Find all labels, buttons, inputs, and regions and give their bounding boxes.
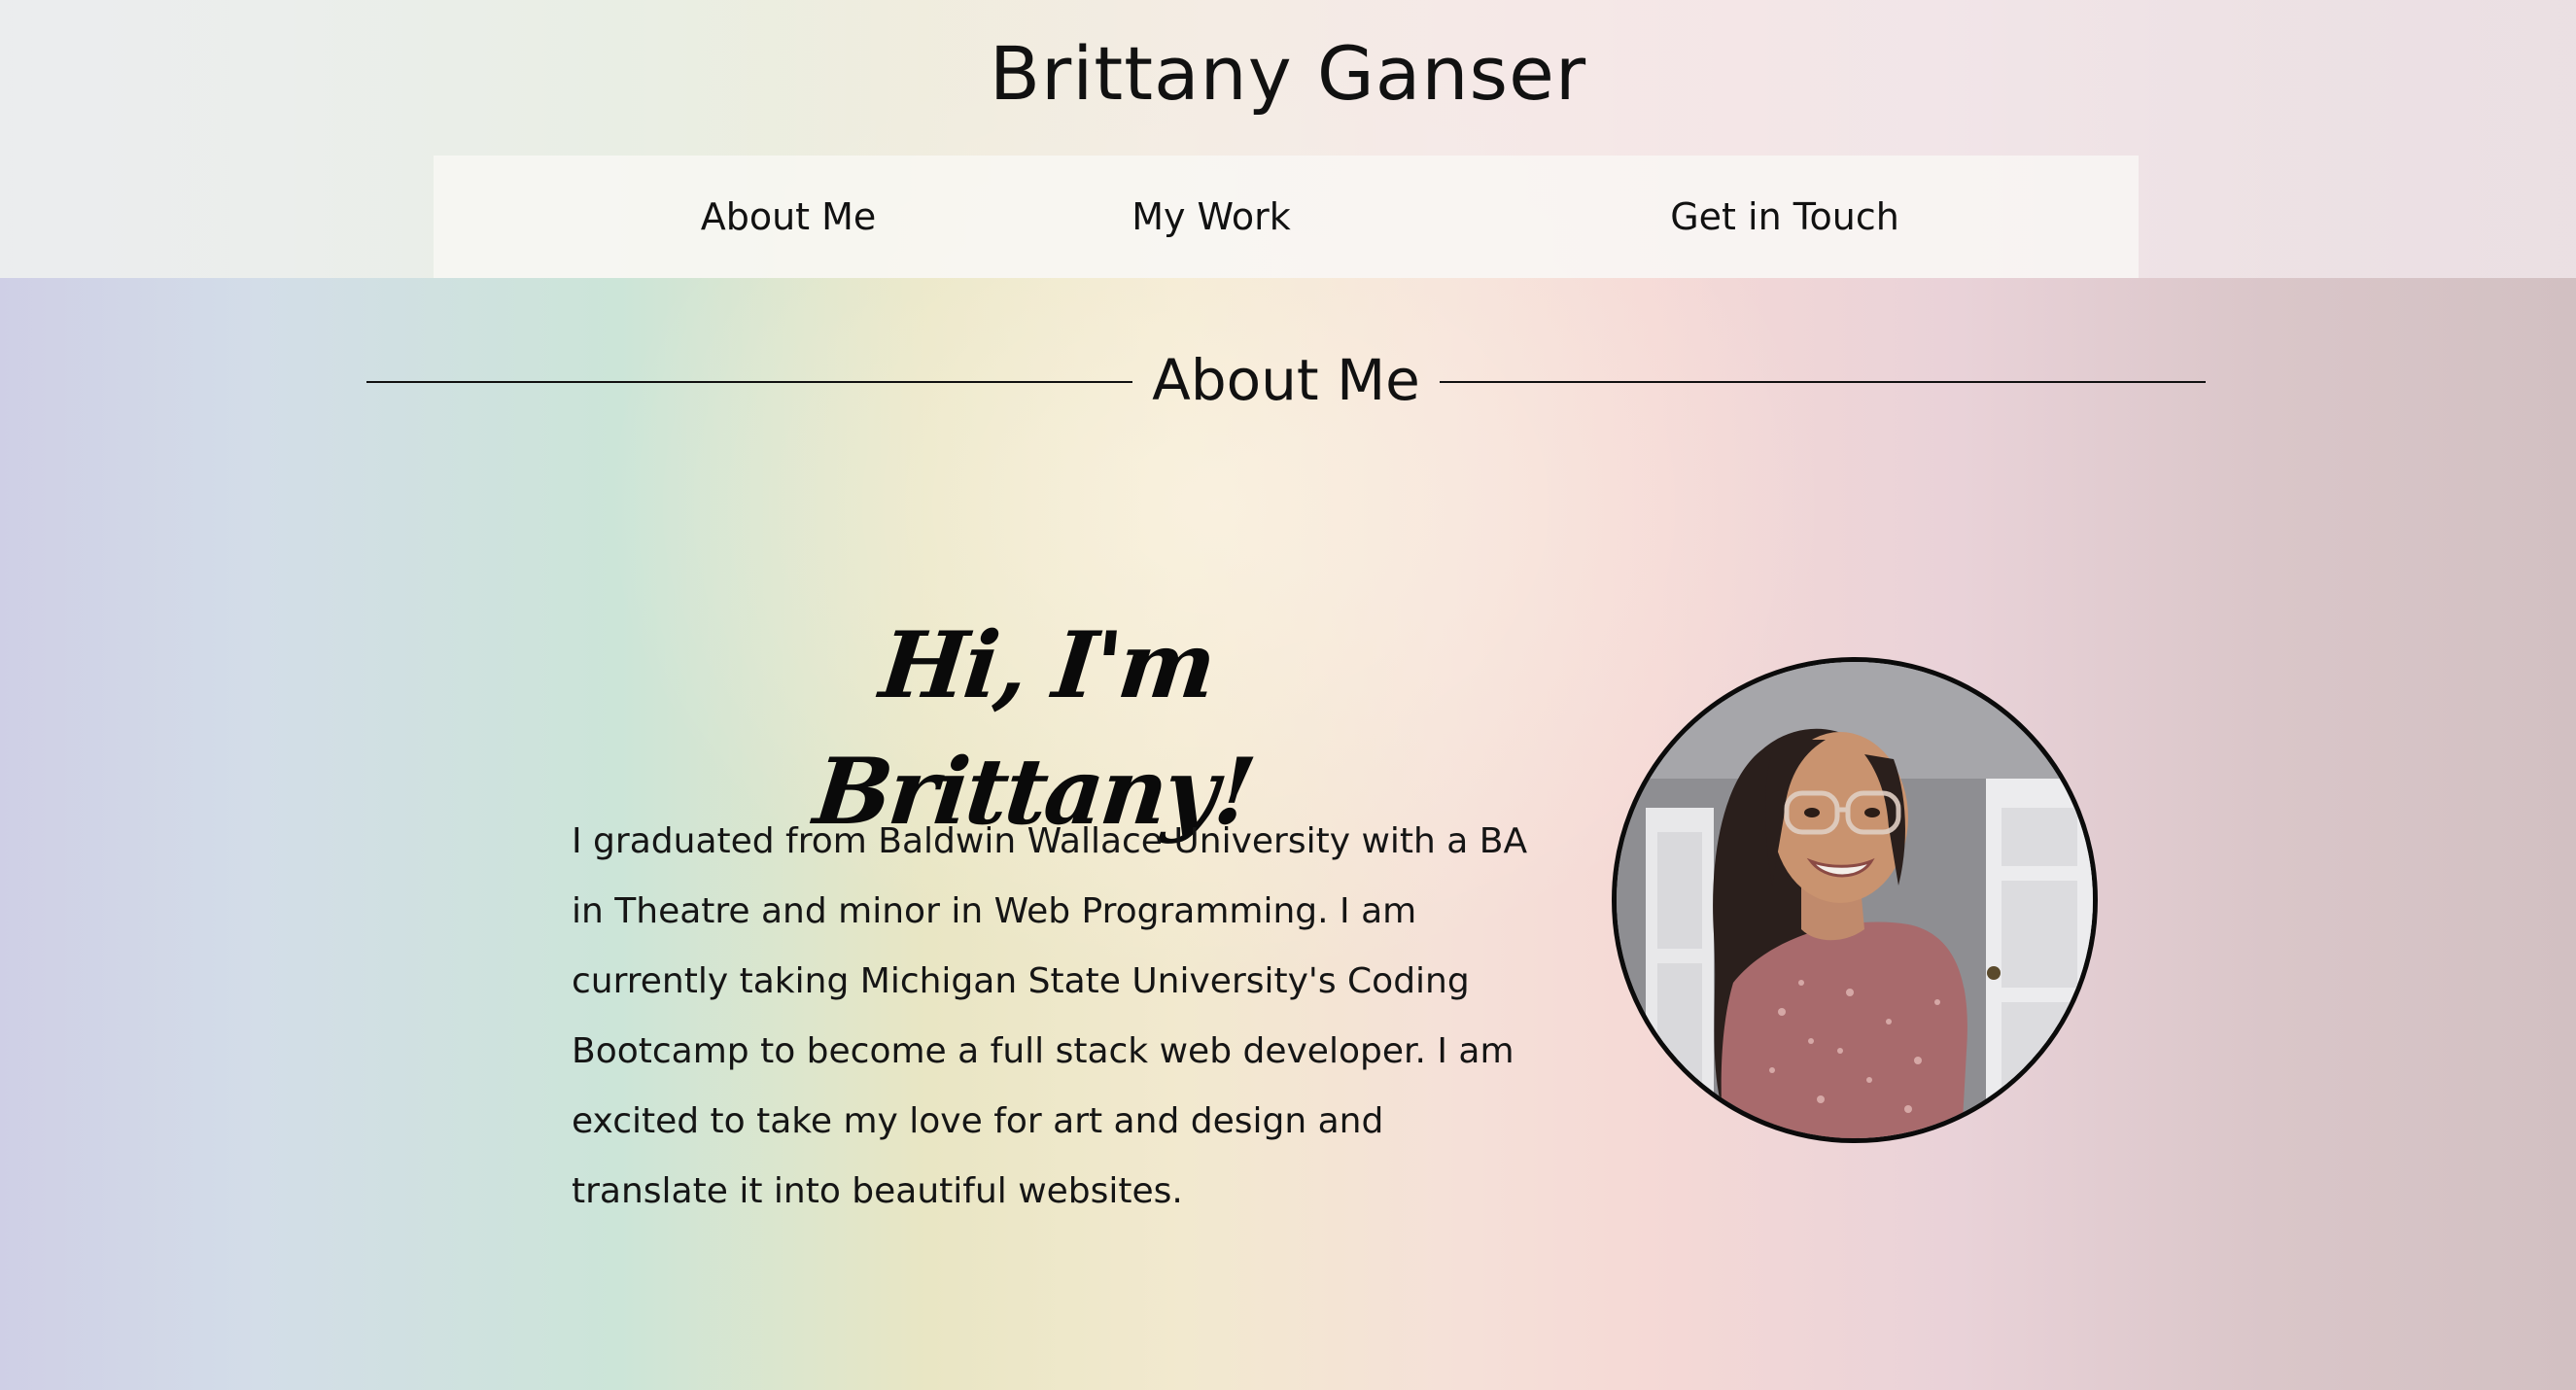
site-header: Brittany Ganser About Me My Work Get in …	[0, 0, 2576, 278]
site-title[interactable]: Brittany Ganser	[0, 27, 2576, 121]
bio-line: Bootcamp to become a full stack web deve…	[572, 1031, 1514, 1071]
nav-item-my-work[interactable]: My Work	[1046, 156, 1376, 278]
section-heading: About Me	[0, 336, 2576, 424]
page: Brittany Ganser About Me My Work Get in …	[0, 0, 2576, 1390]
profile-photo	[1612, 657, 2098, 1143]
section-title: About Me	[1152, 347, 1420, 413]
heading-rule-left	[366, 381, 1132, 383]
bio-line: currently taking Michigan State Universi…	[572, 961, 1470, 1001]
heading-rule-right	[1440, 381, 2206, 383]
nav-item-about-me[interactable]: About Me	[570, 156, 1007, 278]
nav-item-get-in-touch[interactable]: Get in Touch	[1600, 156, 1969, 278]
bio-line: in Theatre and minor in Web Programming.…	[572, 891, 1417, 931]
profile-photo-illustration	[1617, 662, 2093, 1138]
bio-line: translate it into beautiful websites.	[572, 1171, 1183, 1211]
bio-line: I graduated from Baldwin Wallace Univers…	[572, 821, 1528, 861]
bio-line: excited to take my love for art and desi…	[572, 1101, 1384, 1141]
bio-paragraph: I graduated from Baldwin Wallace Univers…	[572, 807, 1544, 1227]
main-nav: About Me My Work Get in Touch	[434, 156, 2139, 278]
